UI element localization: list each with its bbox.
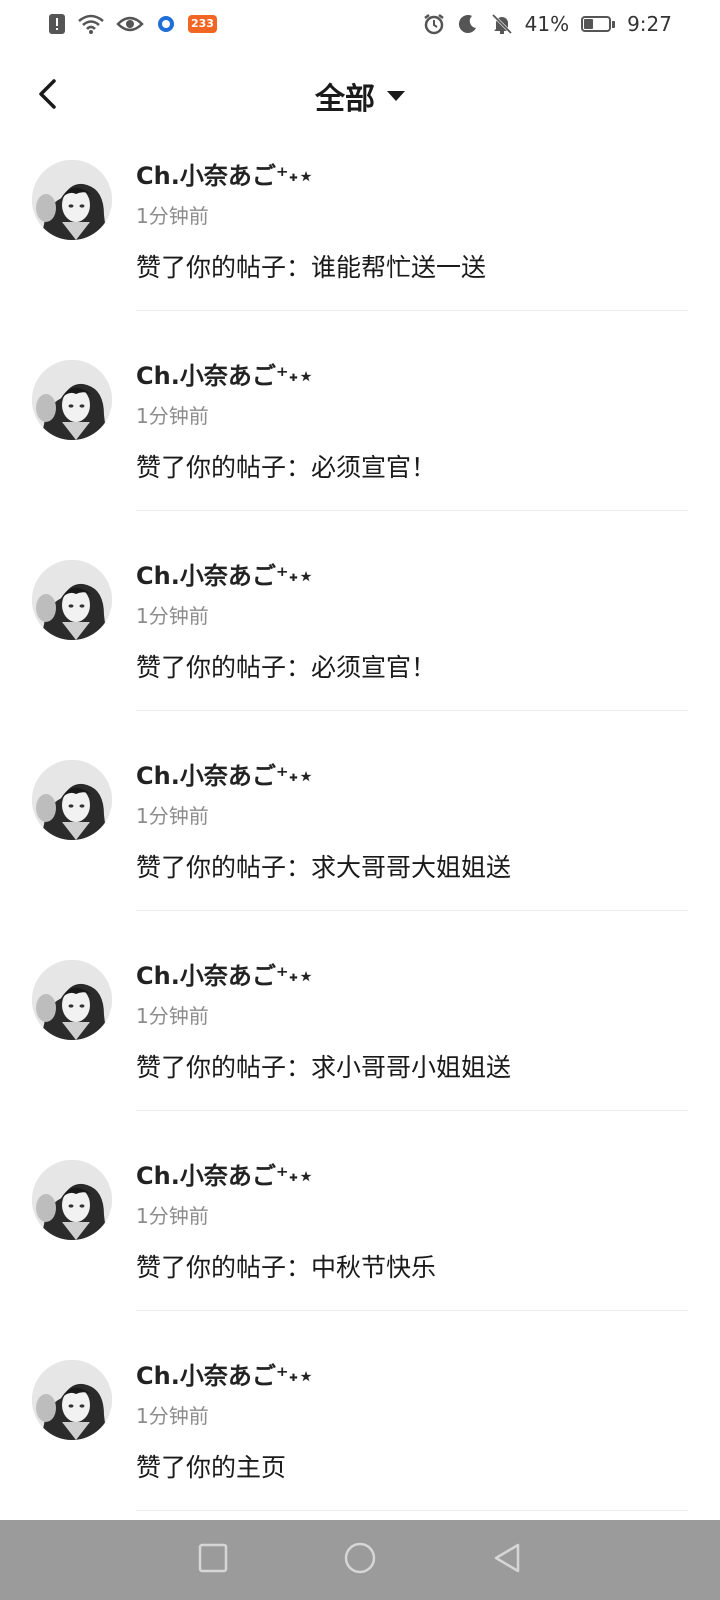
divider	[136, 910, 688, 911]
divider	[136, 1510, 688, 1511]
divider	[136, 1310, 688, 1311]
timestamp: 1分钟前	[136, 604, 209, 628]
notification-list: Ch.小奈あご⁺˖⋆ 1分钟前 赞了你的帖子：谁能帮忙送一送 Ch.小奈あご⁺˖…	[0, 152, 720, 1552]
list-item[interactable]: Ch.小奈あご⁺˖⋆ 1分钟前 赞了你的帖子：求大哥哥大姐姐送	[0, 752, 720, 952]
system-nav-bar	[0, 1520, 720, 1600]
divider	[136, 310, 688, 311]
page-title: 全部	[315, 82, 375, 117]
username[interactable]: Ch.小奈あご⁺˖⋆	[136, 756, 314, 791]
item-body: Ch.小奈あご⁺˖⋆ 1分钟前 赞了你的帖子：中秋节快乐	[136, 1152, 688, 1312]
battery-percent: 41%	[524, 12, 570, 36]
divider	[136, 710, 688, 711]
avatar[interactable]	[32, 960, 112, 1040]
bell-muted-icon	[491, 13, 513, 35]
battery-icon	[581, 16, 616, 32]
alert-icon	[48, 13, 66, 35]
battery-body	[581, 16, 612, 32]
battery-tip	[612, 20, 616, 28]
item-body: Ch.小奈あご⁺˖⋆ 1分钟前 赞了你的主页	[136, 1352, 688, 1512]
avatar[interactable]	[32, 360, 112, 440]
avatar[interactable]	[32, 1160, 112, 1240]
battery-fill	[584, 19, 593, 29]
app-circle-icon	[156, 14, 176, 34]
username[interactable]: Ch.小奈あご⁺˖⋆	[136, 1156, 314, 1191]
timestamp: 1分钟前	[136, 1404, 209, 1428]
username[interactable]: Ch.小奈あご⁺˖⋆	[136, 356, 314, 391]
recent-apps-button[interactable]	[189, 1536, 237, 1584]
timestamp: 1分钟前	[136, 404, 209, 428]
item-body: Ch.小奈あご⁺˖⋆ 1分钟前 赞了你的帖子：必须宣官！	[136, 552, 688, 712]
list-item[interactable]: Ch.小奈あご⁺˖⋆ 1分钟前 赞了你的帖子：必须宣官！	[0, 352, 720, 552]
item-body: Ch.小奈あご⁺˖⋆ 1分钟前 赞了你的帖子：求大哥哥大姐姐送	[136, 752, 688, 912]
username[interactable]: Ch.小奈あご⁺˖⋆	[136, 956, 314, 991]
status-bar: 233 41% 9:27	[0, 0, 720, 48]
list-item[interactable]: Ch.小奈あご⁺˖⋆ 1分钟前 赞了你的帖子：求小哥哥小姐姐送	[0, 952, 720, 1152]
notification-text: 赞了你的帖子：中秋节快乐	[136, 1253, 437, 1282]
avatar[interactable]	[32, 760, 112, 840]
moon-icon	[457, 13, 479, 35]
back-button[interactable]	[24, 72, 72, 120]
notification-text: 赞了你的帖子：求小哥哥小姐姐送	[136, 1053, 512, 1082]
eye-icon	[116, 14, 144, 34]
home-button[interactable]	[336, 1536, 384, 1584]
timestamp: 1分钟前	[136, 1204, 209, 1228]
square-icon	[198, 1543, 228, 1577]
list-item[interactable]: Ch.小奈あご⁺˖⋆ 1分钟前 赞了你的帖子：必须宣官！	[0, 552, 720, 752]
avatar[interactable]	[32, 1360, 112, 1440]
username[interactable]: Ch.小奈あご⁺˖⋆	[136, 556, 314, 591]
status-bar-right: 41% 9:27	[423, 12, 672, 36]
timestamp: 1分钟前	[136, 804, 209, 828]
back-arrow-icon	[36, 78, 60, 114]
status-bar-left: 233	[48, 13, 217, 35]
triangle-back-icon	[492, 1542, 522, 1578]
item-body: Ch.小奈あご⁺˖⋆ 1分钟前 赞了你的帖子：求小哥哥小姐姐送	[136, 952, 688, 1112]
item-body: Ch.小奈あご⁺˖⋆ 1分钟前 赞了你的帖子：必须宣官！	[136, 352, 688, 512]
timestamp: 1分钟前	[136, 204, 209, 228]
divider	[136, 510, 688, 511]
alarm-icon	[423, 13, 445, 35]
filter-dropdown[interactable]: 全部	[315, 74, 405, 118]
screen: 233 41% 9:27 全部 Ch.小奈あご⁺˖⋆ 1分钟前 赞了你的帖子：谁…	[0, 0, 720, 1600]
app-badge-icon: 233	[188, 15, 217, 33]
notification-text: 赞了你的主页	[136, 1453, 287, 1482]
header: 全部	[0, 56, 720, 136]
notification-text: 赞了你的帖子：必须宣官！	[136, 453, 437, 482]
item-body: Ch.小奈あご⁺˖⋆ 1分钟前 赞了你的帖子：谁能帮忙送一送	[136, 152, 688, 312]
list-item[interactable]: Ch.小奈あご⁺˖⋆ 1分钟前 赞了你的帖子：中秋节快乐	[0, 1152, 720, 1352]
notification-text: 赞了你的帖子：必须宣官！	[136, 653, 437, 682]
username[interactable]: Ch.小奈あご⁺˖⋆	[136, 1356, 314, 1391]
list-item[interactable]: Ch.小奈あご⁺˖⋆ 1分钟前 赞了你的帖子：谁能帮忙送一送	[0, 152, 720, 352]
wifi-icon	[78, 14, 104, 34]
avatar[interactable]	[32, 160, 112, 240]
circle-icon	[343, 1541, 377, 1579]
timestamp: 1分钟前	[136, 1004, 209, 1028]
caret-down-icon	[387, 91, 405, 101]
notification-text: 赞了你的帖子：谁能帮忙送一送	[136, 253, 487, 282]
username[interactable]: Ch.小奈あご⁺˖⋆	[136, 156, 314, 191]
divider	[136, 1110, 688, 1111]
notification-text: 赞了你的帖子：求大哥哥大姐姐送	[136, 853, 512, 882]
nav-back-button[interactable]	[483, 1536, 531, 1584]
clock: 9:27	[627, 12, 672, 36]
avatar[interactable]	[32, 560, 112, 640]
